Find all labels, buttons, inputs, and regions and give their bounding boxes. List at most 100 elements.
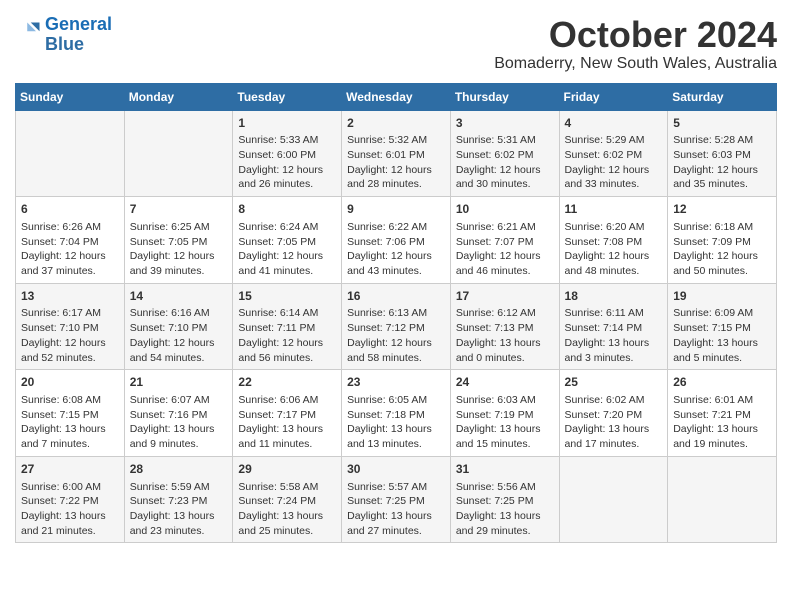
day-number: 17 — [456, 288, 554, 305]
weekday-header: Tuesday — [233, 83, 342, 110]
day-number: 26 — [673, 374, 771, 391]
calendar-week-row: 6 Sunrise: 6:26 AMSunset: 7:04 PMDaylight… — [16, 197, 777, 284]
day-number: 30 — [347, 461, 445, 478]
day-info: Sunrise: 6:03 AMSunset: 7:19 PMDaylight:… — [456, 393, 554, 452]
day-info: Sunrise: 5:31 AMSunset: 6:02 PMDaylight:… — [456, 133, 554, 192]
calendar-cell: 3Sunrise: 5:31 AMSunset: 6:02 PMDaylight… — [450, 110, 559, 197]
day-info: Sunrise: 5:32 AMSunset: 6:01 PMDaylight:… — [347, 133, 445, 192]
day-info: Sunrise: 6:17 AMSunset: 7:10 PMDaylight:… — [21, 306, 119, 365]
calendar-cell: 27 Sunrise: 6:00 AMSunset: 7:22 PMDayligh… — [16, 456, 125, 543]
day-number: 10 — [456, 201, 554, 218]
day-info: Sunrise: 5:29 AMSunset: 6:02 PMDaylight:… — [565, 133, 663, 192]
logo: GeneralBlue — [15, 15, 112, 55]
day-info: Sunrise: 6:20 AMSunset: 7:08 PMDaylight:… — [565, 220, 663, 279]
day-number: 16 — [347, 288, 445, 305]
calendar-cell: 17Sunrise: 6:12 AMSunset: 7:13 PMDayligh… — [450, 283, 559, 370]
calendar-cell: 15Sunrise: 6:14 AMSunset: 7:11 PMDayligh… — [233, 283, 342, 370]
calendar-cell: 1Sunrise: 5:33 AMSunset: 6:00 PMDaylight… — [233, 110, 342, 197]
calendar-cell: 11 Sunrise: 6:20 AMSunset: 7:08 PMDayligh… — [559, 197, 668, 284]
page-header: GeneralBlue October 2024 Bomaderry, New … — [15, 15, 777, 73]
weekday-header: Thursday — [450, 83, 559, 110]
day-number: 5 — [673, 115, 771, 132]
weekday-header: Saturday — [668, 83, 777, 110]
day-number: 24 — [456, 374, 554, 391]
page-subtitle: Bomaderry, New South Wales, Australia — [494, 55, 777, 73]
calendar-cell: 16Sunrise: 6:13 AMSunset: 7:12 PMDayligh… — [342, 283, 451, 370]
calendar-cell: 12 Sunrise: 6:18 AMSunset: 7:09 PMDayligh… — [668, 197, 777, 284]
calendar-cell: 2Sunrise: 5:32 AMSunset: 6:01 PMDaylight… — [342, 110, 451, 197]
logo-text: GeneralBlue — [45, 15, 112, 55]
day-info: Sunrise: 6:11 AMSunset: 7:14 PMDaylight:… — [565, 306, 663, 365]
day-info: Sunrise: 6:09 AMSunset: 7:15 PMDaylight:… — [673, 306, 771, 365]
day-info: Sunrise: 6:24 AMSunset: 7:05 PMDaylight:… — [238, 220, 336, 279]
day-number: 15 — [238, 288, 336, 305]
calendar-week-row: 1Sunrise: 5:33 AMSunset: 6:00 PMDaylight… — [16, 110, 777, 197]
day-number: 9 — [347, 201, 445, 218]
calendar-cell: 22Sunrise: 6:06 AMSunset: 7:17 PMDayligh… — [233, 370, 342, 457]
day-number: 12 — [673, 201, 771, 218]
day-info: Sunrise: 6:00 AMSunset: 7:22 PMDaylight:… — [21, 480, 119, 539]
day-number: 20 — [21, 374, 119, 391]
calendar-cell: 5Sunrise: 5:28 AMSunset: 6:03 PMDaylight… — [668, 110, 777, 197]
title-area: October 2024 Bomaderry, New South Wales,… — [494, 15, 777, 73]
day-info: Sunrise: 6:18 AMSunset: 7:09 PMDaylight:… — [673, 220, 771, 279]
calendar-cell: 9 Sunrise: 6:22 AMSunset: 7:06 PMDaylight… — [342, 197, 451, 284]
calendar-cell — [559, 456, 668, 543]
day-number: 7 — [130, 201, 228, 218]
page-title: October 2024 — [494, 15, 777, 55]
day-number: 31 — [456, 461, 554, 478]
calendar-cell: 23Sunrise: 6:05 AMSunset: 7:18 PMDayligh… — [342, 370, 451, 457]
day-info: Sunrise: 6:12 AMSunset: 7:13 PMDaylight:… — [456, 306, 554, 365]
day-info: Sunrise: 6:08 AMSunset: 7:15 PMDaylight:… — [21, 393, 119, 452]
calendar-cell: 4Sunrise: 5:29 AMSunset: 6:02 PMDaylight… — [559, 110, 668, 197]
day-number: 28 — [130, 461, 228, 478]
day-info: Sunrise: 5:56 AMSunset: 7:25 PMDaylight:… — [456, 480, 554, 539]
weekday-header-row: SundayMondayTuesdayWednesdayThursdayFrid… — [16, 83, 777, 110]
calendar-cell: 14Sunrise: 6:16 AMSunset: 7:10 PMDayligh… — [124, 283, 233, 370]
calendar-week-row: 13Sunrise: 6:17 AMSunset: 7:10 PMDayligh… — [16, 283, 777, 370]
day-info: Sunrise: 5:58 AMSunset: 7:24 PMDaylight:… — [238, 480, 336, 539]
calendar-cell: 19Sunrise: 6:09 AMSunset: 7:15 PMDayligh… — [668, 283, 777, 370]
day-number: 27 — [21, 461, 119, 478]
calendar-cell — [668, 456, 777, 543]
day-number: 18 — [565, 288, 663, 305]
day-info: Sunrise: 6:21 AMSunset: 7:07 PMDaylight:… — [456, 220, 554, 279]
calendar-cell: 24 Sunrise: 6:03 AMSunset: 7:19 PMDayligh… — [450, 370, 559, 457]
day-info: Sunrise: 6:01 AMSunset: 7:21 PMDaylight:… — [673, 393, 771, 452]
day-info: Sunrise: 6:16 AMSunset: 7:10 PMDaylight:… — [130, 306, 228, 365]
day-number: 21 — [130, 374, 228, 391]
calendar-week-row: 27 Sunrise: 6:00 AMSunset: 7:22 PMDayligh… — [16, 456, 777, 543]
day-info: Sunrise: 6:22 AMSunset: 7:06 PMDaylight:… — [347, 220, 445, 279]
calendar-cell: 31 Sunrise: 5:56 AMSunset: 7:25 PMDayligh… — [450, 456, 559, 543]
day-info: Sunrise: 6:26 AMSunset: 7:04 PMDaylight:… — [21, 220, 119, 279]
day-info: Sunrise: 6:25 AMSunset: 7:05 PMDaylight:… — [130, 220, 228, 279]
day-number: 14 — [130, 288, 228, 305]
day-info: Sunrise: 6:07 AMSunset: 7:16 PMDaylight:… — [130, 393, 228, 452]
day-info: Sunrise: 5:59 AMSunset: 7:23 PMDaylight:… — [130, 480, 228, 539]
day-number: 19 — [673, 288, 771, 305]
weekday-header: Sunday — [16, 83, 125, 110]
calendar-cell: 25 Sunrise: 6:02 AMSunset: 7:20 PMDayligh… — [559, 370, 668, 457]
day-number: 11 — [565, 201, 663, 218]
day-number: 13 — [21, 288, 119, 305]
day-info: Sunrise: 5:57 AMSunset: 7:25 PMDaylight:… — [347, 480, 445, 539]
weekday-header: Monday — [124, 83, 233, 110]
day-info: Sunrise: 6:13 AMSunset: 7:12 PMDaylight:… — [347, 306, 445, 365]
weekday-header: Friday — [559, 83, 668, 110]
weekday-header: Wednesday — [342, 83, 451, 110]
calendar-week-row: 20 Sunrise: 6:08 AMSunset: 7:15 PMDayligh… — [16, 370, 777, 457]
calendar-cell: 10 Sunrise: 6:21 AMSunset: 7:07 PMDayligh… — [450, 197, 559, 284]
day-number: 3 — [456, 115, 554, 132]
calendar-cell: 26 Sunrise: 6:01 AMSunset: 7:21 PMDayligh… — [668, 370, 777, 457]
day-info: Sunrise: 6:14 AMSunset: 7:11 PMDaylight:… — [238, 306, 336, 365]
calendar-cell: 28 Sunrise: 5:59 AMSunset: 7:23 PMDayligh… — [124, 456, 233, 543]
calendar-cell: 13Sunrise: 6:17 AMSunset: 7:10 PMDayligh… — [16, 283, 125, 370]
day-info: Sunrise: 6:02 AMSunset: 7:20 PMDaylight:… — [565, 393, 663, 452]
day-info: Sunrise: 5:33 AMSunset: 6:00 PMDaylight:… — [238, 133, 336, 192]
calendar-cell — [16, 110, 125, 197]
logo-icon — [15, 19, 43, 47]
day-number: 4 — [565, 115, 663, 132]
day-number: 29 — [238, 461, 336, 478]
day-number: 25 — [565, 374, 663, 391]
day-number: 6 — [21, 201, 119, 218]
